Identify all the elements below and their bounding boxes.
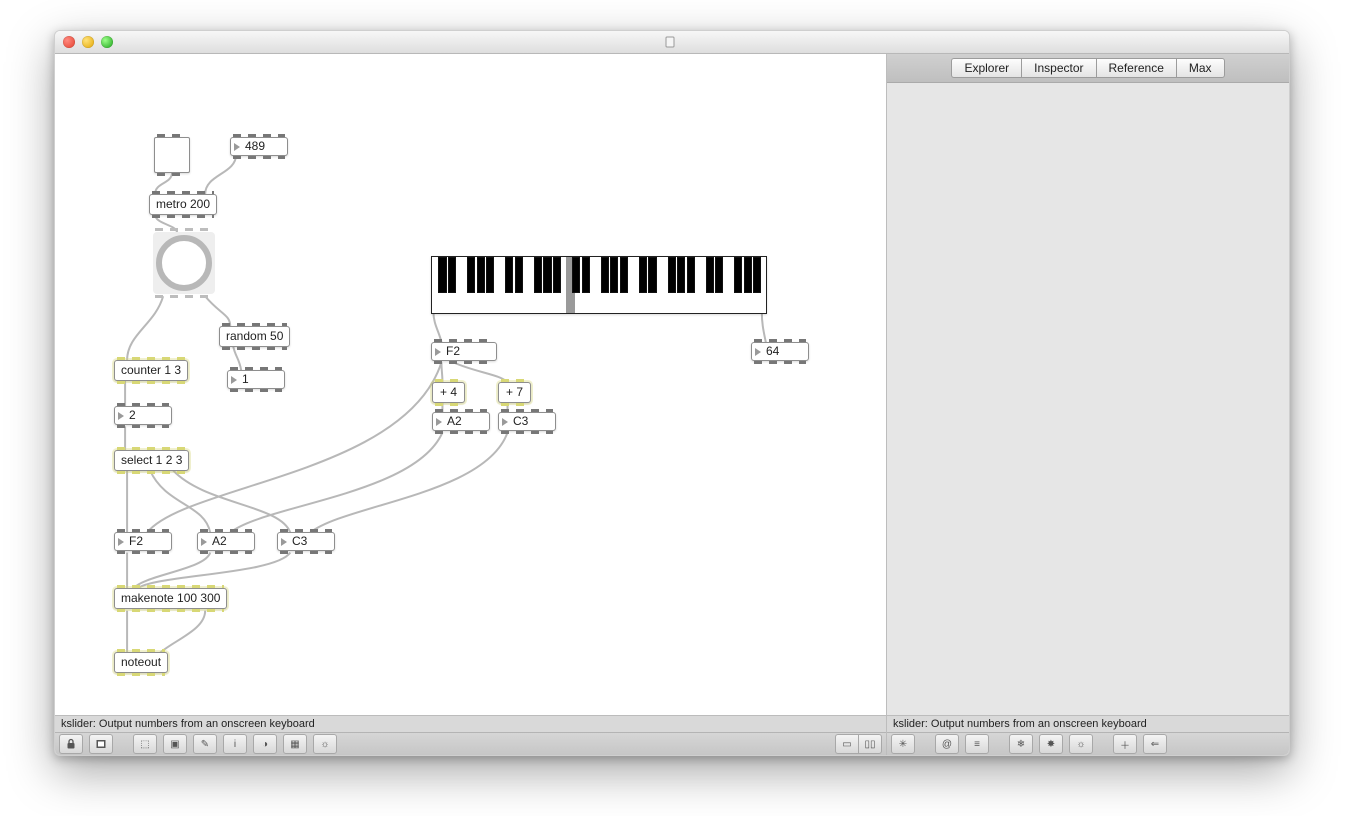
black-key[interactable] [620,257,628,293]
object-box[interactable]: select 1 2 3 [114,450,189,471]
triangle-icon [118,412,124,420]
number-box[interactable]: 1 [227,370,285,389]
triangle-icon [502,418,508,426]
black-key[interactable] [448,257,456,293]
object-box[interactable]: random 50 [219,326,290,347]
black-key[interactable] [467,257,475,293]
black-key[interactable] [648,257,656,293]
toolbar-button[interactable]: ▣ [163,734,187,754]
black-key[interactable] [582,257,590,293]
window-title [664,36,680,48]
tab-explorer[interactable]: Explorer [951,58,1021,78]
black-key[interactable] [687,257,695,293]
minimize-icon[interactable] [82,36,94,48]
black-key[interactable] [534,257,542,293]
number-box[interactable]: C3 [498,412,556,431]
black-key[interactable] [486,257,494,293]
lock-icon[interactable] [59,734,83,754]
object-box[interactable]: makenote 100 300 [114,588,227,609]
presentation-toggle-icon[interactable]: ▭ [835,734,858,754]
triangle-icon [435,348,441,356]
black-key[interactable] [477,257,485,293]
black-key[interactable] [706,257,714,293]
bang-icon [156,235,212,291]
object-box[interactable]: noteout [114,652,168,673]
message-box[interactable]: A2 [197,532,255,551]
black-key[interactable] [677,257,685,293]
toolbar-button[interactable]: i [223,734,247,754]
toolbar-button[interactable]: ☼ [1069,734,1093,754]
triangle-icon [201,538,207,546]
object-box[interactable]: + 7 [498,382,531,403]
black-key[interactable] [515,257,523,293]
side-status-bar: kslider: Output numbers from an onscreen… [887,715,1289,732]
triangle-icon [436,418,442,426]
number-box[interactable]: 2 [114,406,172,425]
tab-max[interactable]: Max [1176,58,1225,78]
side-panel-tabs: Explorer Inspector Reference Max [887,54,1289,83]
presentation-toggle-icon[interactable]: ▯▯ [858,734,882,754]
toolbar-button[interactable]: @ [935,734,959,754]
document-icon [664,36,676,48]
message-box[interactable]: F2 [114,532,172,551]
triangle-icon [118,538,124,546]
toolbar-button[interactable]: ✸ [1039,734,1063,754]
toolbar-button[interactable]: ✳ [891,734,915,754]
patcher-pane: 489 metro 200 random 50 1 counter 1 3 2 … [55,54,887,755]
toolbar-button[interactable]: ≡ [965,734,989,754]
toolbar-button[interactable]: ⬚ [133,734,157,754]
tab-reference[interactable]: Reference [1096,58,1176,78]
kslider-keyboard[interactable] [431,256,767,314]
object-box[interactable]: metro 200 [149,194,217,215]
number-box[interactable]: A2 [432,412,490,431]
triangle-icon [281,538,287,546]
toolbar-button[interactable]: ◑ [253,734,277,754]
titlebar[interactable] [55,31,1289,54]
black-key[interactable] [610,257,618,293]
triangle-icon [234,143,240,151]
toolbar-button[interactable]: ✎ [193,734,217,754]
side-panel: Explorer Inspector Reference Max kslider… [887,54,1289,755]
number-box[interactable]: 489 [230,137,288,156]
message-box[interactable]: C3 [277,532,335,551]
side-toolbar: ✳ @ ≡ ❄ ✸ ☼ ＋ ⇐ [887,732,1289,755]
new-object-icon[interactable] [89,734,113,754]
toolbar-button[interactable]: ＋ [1113,734,1137,754]
black-key[interactable] [543,257,551,293]
black-key[interactable] [505,257,513,293]
black-key[interactable] [639,257,647,293]
triangle-icon [755,348,761,356]
number-box[interactable]: F2 [431,342,497,361]
app-window: 489 metro 200 random 50 1 counter 1 3 2 … [54,30,1290,756]
patcher-canvas[interactable]: 489 metro 200 random 50 1 counter 1 3 2 … [55,54,886,715]
close-icon[interactable] [63,36,75,48]
bottom-toolbar: ⬚ ▣ ✎ i ◑ ▦ ☼ ▭ ▯▯ [55,732,886,755]
zoom-icon[interactable] [101,36,113,48]
black-key[interactable] [715,257,723,293]
toolbar-button[interactable]: ⇐ [1143,734,1167,754]
black-key[interactable] [734,257,742,293]
toggle-object[interactable] [154,137,190,173]
black-key[interactable] [753,257,761,293]
toolbar-button[interactable]: ▦ [283,734,307,754]
black-key[interactable] [438,257,446,293]
black-key[interactable] [601,257,609,293]
black-key[interactable] [553,257,561,293]
toolbar-button[interactable]: ❄ [1009,734,1033,754]
side-panel-body [887,83,1289,715]
tab-inspector[interactable]: Inspector [1021,58,1095,78]
black-key[interactable] [744,257,752,293]
triangle-icon [231,376,237,384]
object-box[interactable]: counter 1 3 [114,360,188,381]
toolbar-button[interactable]: ☼ [313,734,337,754]
black-key[interactable] [572,257,580,293]
status-bar: kslider: Output numbers from an onscreen… [55,715,886,732]
black-key[interactable] [668,257,676,293]
number-box[interactable]: 64 [751,342,809,361]
button-object[interactable] [153,232,215,294]
object-box[interactable]: + 4 [432,382,465,403]
